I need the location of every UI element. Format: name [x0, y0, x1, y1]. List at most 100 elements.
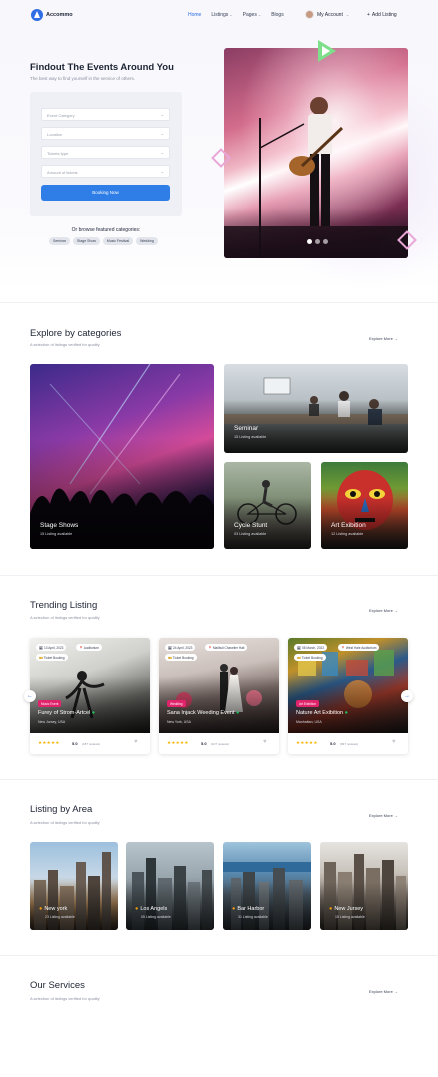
menu-item-label: Listings — [211, 12, 229, 18]
area-card-new-york[interactable]: ● New york 23 Listing available — [30, 842, 118, 930]
listing-name: Nature Art Exibition ● — [296, 710, 348, 716]
section-divider — [0, 575, 438, 576]
logo[interactable]: Accommo — [31, 9, 73, 21]
featured-tags: Seminar Stage Show Music Festival Weddin… — [49, 237, 158, 245]
location-select[interactable]: Location ⌄ — [41, 127, 170, 140]
services-subtitle: A selection of listings verified for qua… — [30, 996, 100, 1001]
date-pill: 🗓 24 April, 2023 — [165, 644, 196, 651]
event-category-select[interactable]: Event Category ⌄ — [41, 108, 170, 121]
category-badge: Art Exibition — [296, 700, 320, 707]
tickets-type-select[interactable]: Tickets type ⌄ — [41, 146, 170, 159]
map-pin-icon: ● — [39, 906, 43, 912]
listing-location: New York, USA — [167, 720, 191, 724]
area-name-text: New york — [44, 906, 68, 912]
heart-icon[interactable]: ♥ — [263, 739, 267, 745]
heart-icon[interactable]: ♥ — [392, 739, 396, 745]
area-card-bar-harbor[interactable]: ● Bar Harbor 31 Listing available — [223, 842, 311, 930]
area-card-los-angels[interactable]: ● Los Angels 05 Listing available — [126, 842, 214, 930]
browse-label: Or browse featured categories: — [71, 227, 141, 233]
listing-name-text: Nature Art Exibition — [296, 710, 344, 716]
listing-name: Sana Injack Weeding Event ● — [167, 710, 239, 716]
heart-icon[interactable]: ♥ — [134, 739, 138, 745]
date-pill: 🗓 08 March, 2022 — [294, 644, 328, 651]
stage-floor — [224, 208, 408, 258]
listing-image — [159, 638, 279, 733]
categories-title: Explore by categories — [30, 328, 122, 339]
explore-more-link[interactable]: Explore More → — [369, 336, 398, 341]
section-divider — [0, 779, 438, 780]
slider-dot[interactable] — [315, 239, 320, 244]
logo-text: Accommo — [46, 12, 73, 18]
tag-seminar[interactable]: Seminar — [49, 237, 71, 245]
ticket-pill: 🎫 Ticket Booking — [165, 654, 197, 661]
category-name: Seminar — [234, 425, 259, 432]
menu-item-pages[interactable]: Pages⌄ — [243, 12, 262, 18]
tag-stage-show[interactable]: Stage Show — [73, 237, 100, 245]
menu-item-label: Pages — [242, 12, 257, 18]
top-nav: Accommo Home Listings⌄ Pages⌄ Blogs My A… — [0, 8, 438, 24]
date-text: 24 April, 2023 — [172, 645, 193, 650]
area-name: ● New york — [39, 906, 67, 912]
area-title: Listing by Area — [30, 804, 93, 815]
area-name: ● Los Angels — [135, 906, 167, 912]
map-pin-icon: ● — [135, 906, 139, 912]
account-menu[interactable]: My Account ⌄ — [305, 10, 349, 19]
category-count: 15 Listing available — [234, 435, 267, 439]
search-form: Event Category ⌄ Location ⌄ Tickets type… — [30, 92, 182, 216]
category-card-seminar[interactable]: Seminar 15 Listing available — [224, 364, 408, 453]
services-title: Our Services — [30, 980, 85, 991]
avatar — [305, 10, 314, 19]
categories-subtitle: A selection of listings verified for qua… — [30, 342, 100, 347]
chevron-down-icon: ⌄ — [160, 131, 164, 136]
menu-item-listings[interactable]: Listings⌄ — [211, 12, 232, 18]
next-arrow-button[interactable]: → — [401, 690, 413, 702]
rating-stars: ★★★★★ — [167, 740, 189, 745]
hero-concert-image — [224, 48, 408, 258]
listing-image — [30, 638, 150, 733]
chevron-down-icon: ⌄ — [160, 169, 164, 174]
ticket-amount-select[interactable]: Amount of tickets ⌄ — [41, 165, 170, 178]
date-pill: 🗓 13 April, 2023 — [36, 644, 67, 651]
field-placeholder: Event Category — [47, 113, 75, 118]
area-card-new-jursey[interactable]: ● New Jursey 15 Listing available — [320, 842, 408, 930]
add-listing-button[interactable]: + Add Listing — [367, 12, 397, 18]
menu-item-home[interactable]: Home — [188, 12, 201, 18]
listing-card[interactable]: 🗓 24 April, 2023 📍 Mallbuil Chavelier Ha… — [159, 638, 279, 754]
plus-icon: + — [367, 12, 370, 18]
chevron-down-icon: ⌄ — [229, 12, 233, 17]
venue-pill: 📍 West Hale Auditorium — [338, 644, 380, 651]
prev-arrow-button[interactable]: ← — [24, 690, 36, 702]
menu-item-blogs[interactable]: Blogs — [271, 12, 284, 18]
review-count: (107 reviews) — [211, 742, 230, 746]
category-card-cycle-stunt[interactable]: Cycle Stunt 03 Listing available — [224, 462, 311, 549]
listing-card[interactable]: 🗓 08 March, 2022 📍 West Hale Auditorium … — [288, 638, 408, 754]
tag-wedding[interactable]: Wedding — [136, 237, 158, 245]
explore-more-link[interactable]: Explore More → — [369, 989, 398, 994]
rating-score: 5.0 — [330, 741, 336, 746]
category-card-stage-shows[interactable]: Stage Shows 15 Listing available — [30, 364, 214, 549]
explore-more-link[interactable]: Explore More → — [369, 813, 398, 818]
tag-music-festival[interactable]: Music Festival — [102, 237, 134, 245]
listing-location: Manhattan, USA — [296, 720, 322, 724]
listing-image — [288, 638, 408, 733]
category-badge: Wedding — [167, 700, 186, 707]
booking-now-button[interactable]: Booking Now — [41, 185, 170, 201]
page: Accommo Home Listings⌄ Pages⌄ Blogs My A… — [0, 0, 438, 1077]
explore-more-link[interactable]: Explore More → — [369, 608, 398, 613]
ticket-text: Ticket Booking — [43, 655, 65, 660]
category-count: 03 Listing available — [234, 532, 267, 536]
category-name: Art Exibition — [331, 522, 366, 529]
listing-location: New Jursey, USA — [38, 720, 66, 724]
listing-card[interactable]: 🗓 13 April, 2023 📍 Auditorium 🎫 Ticket B… — [30, 638, 150, 754]
category-card-art-exibition[interactable]: Art Exibition 12 Listing available — [321, 462, 408, 549]
ticket-text: Ticket Booking — [172, 655, 194, 660]
field-placeholder: Tickets type — [47, 151, 69, 156]
chevron-down-icon: ⌄ — [345, 12, 350, 17]
slider-dot[interactable] — [323, 239, 328, 244]
slider-dot[interactable] — [307, 239, 312, 244]
verified-icon: ● — [344, 710, 348, 716]
hero-title: Findout The Events Around You — [30, 62, 174, 73]
area-name: ● Bar Harbor — [232, 906, 264, 912]
listing-name: Furey of Strom-Artcel ● — [38, 710, 95, 716]
main-menu: Home Listings⌄ Pages⌄ Blogs — [188, 12, 284, 18]
